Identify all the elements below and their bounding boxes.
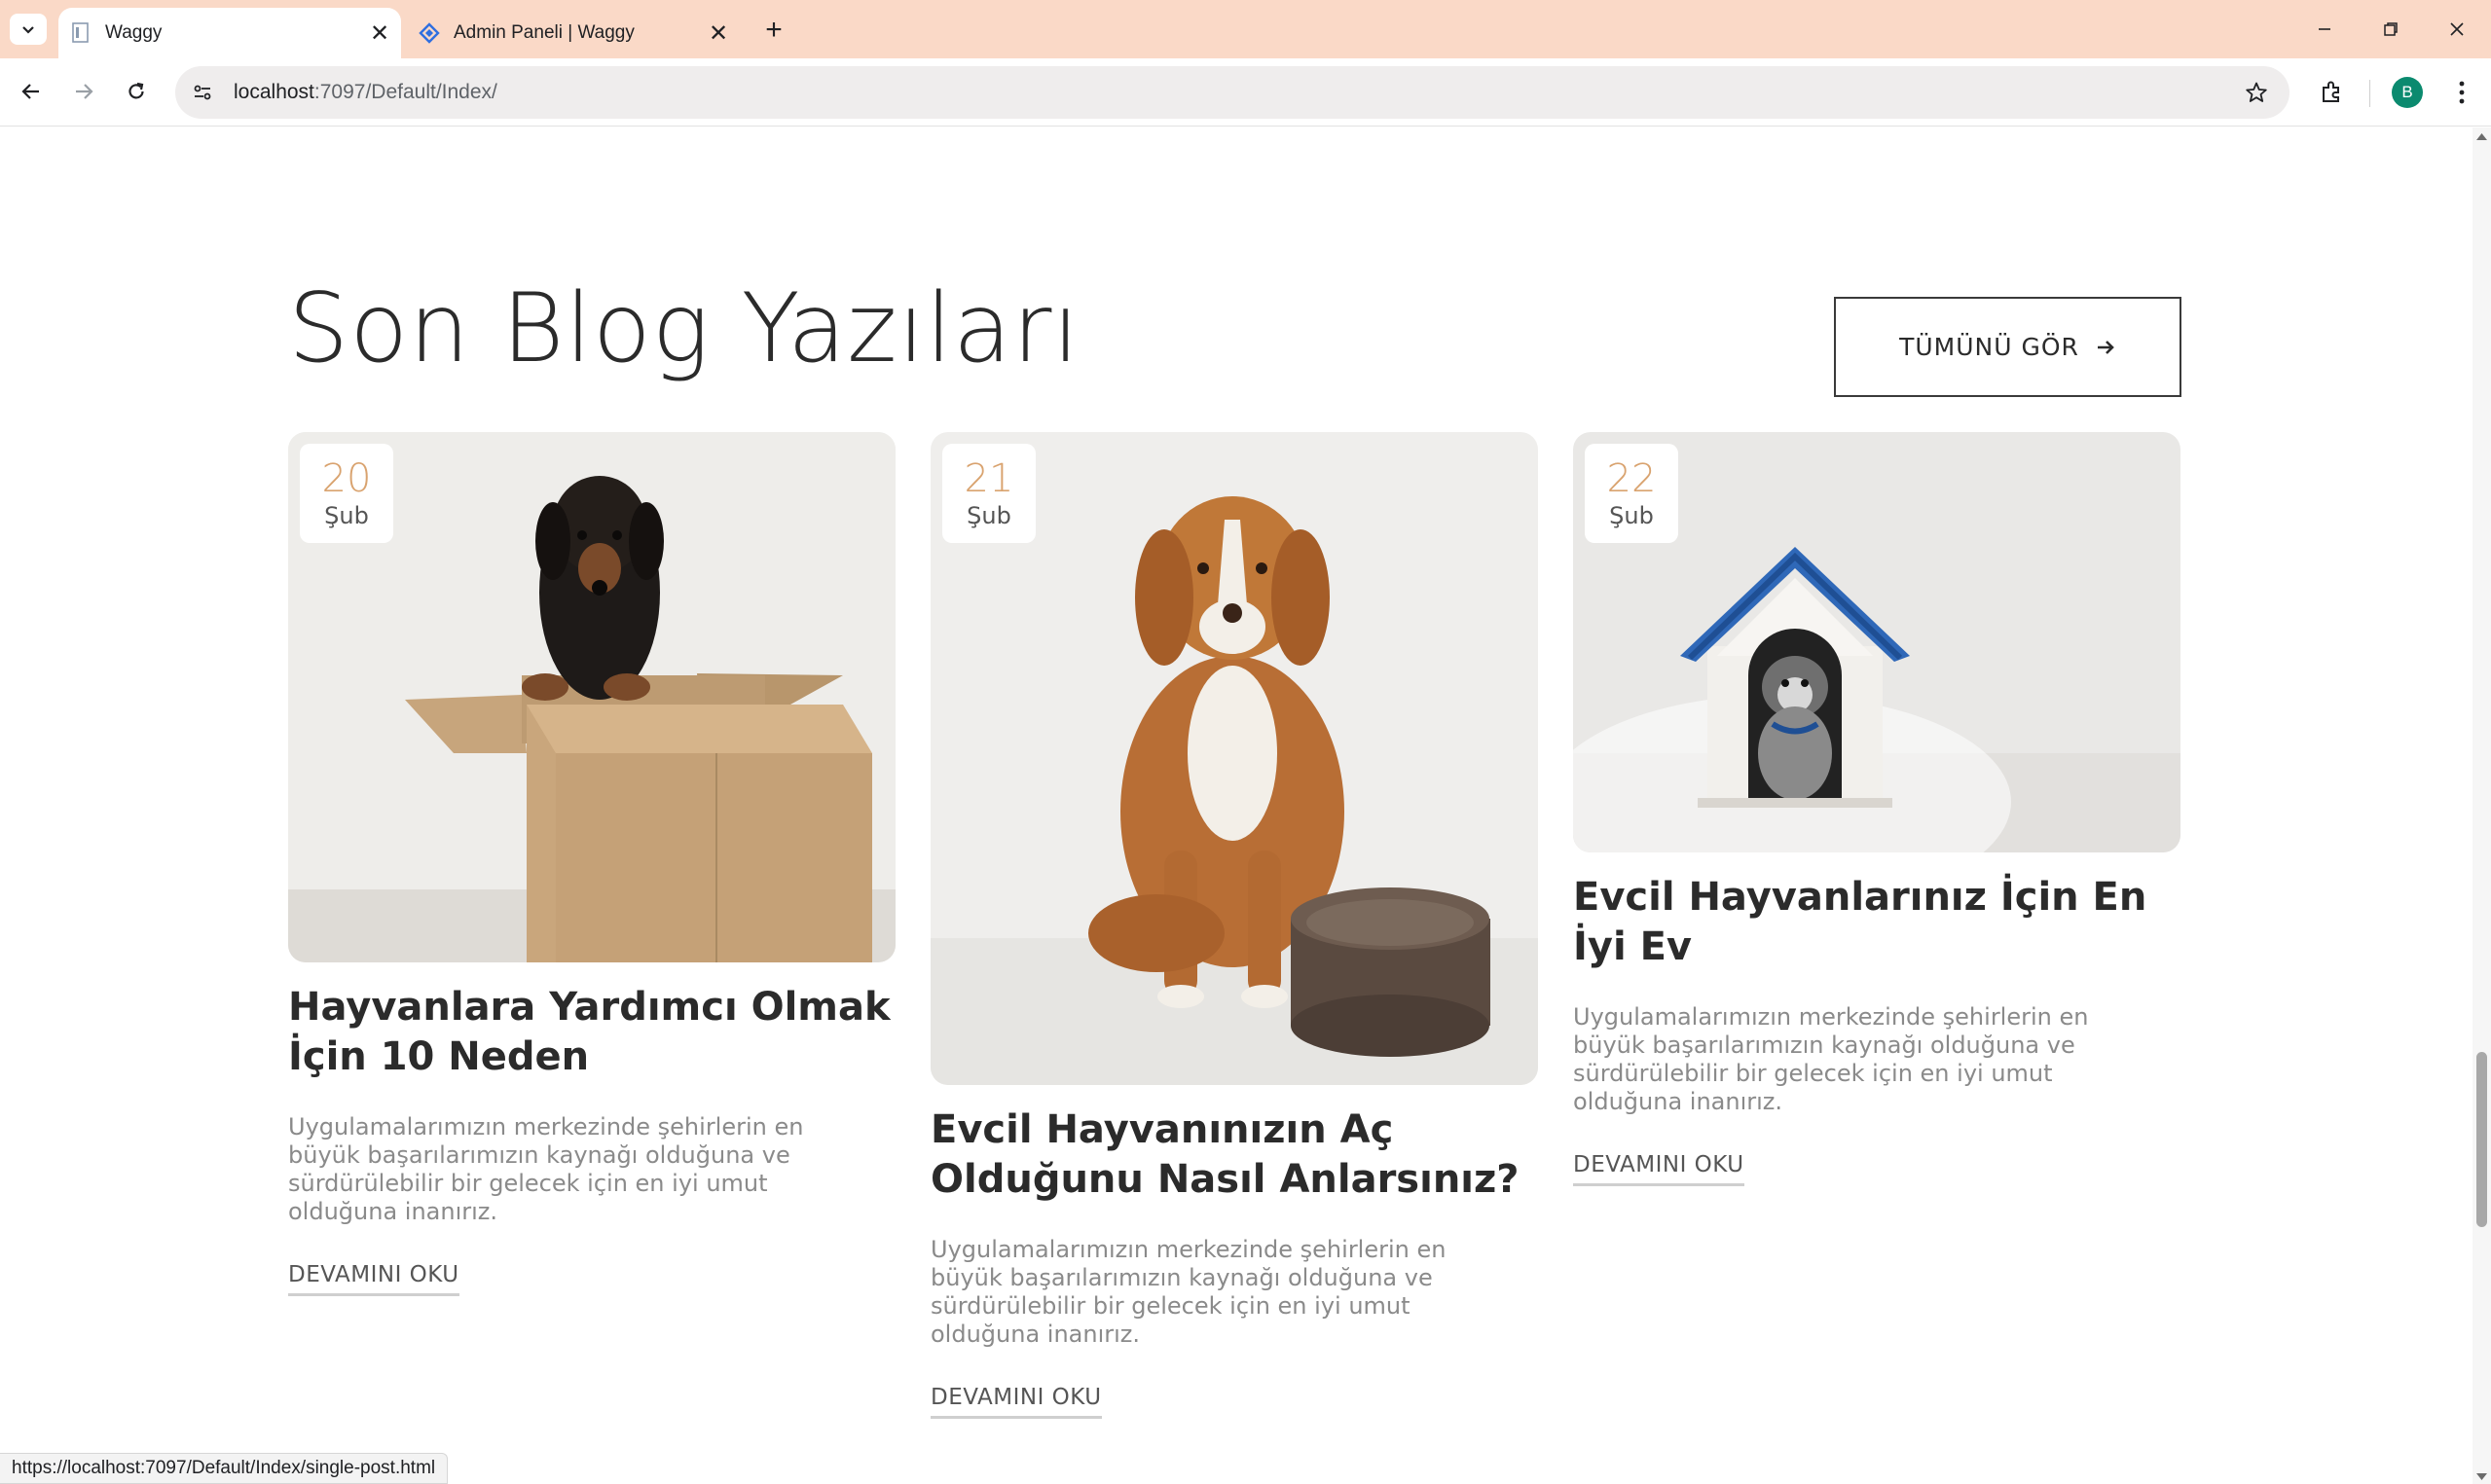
new-tab-button[interactable]: + xyxy=(757,14,790,47)
chevron-down-icon xyxy=(22,26,34,34)
restore-icon xyxy=(2384,22,2398,36)
bookmark-star-icon[interactable] xyxy=(2235,71,2278,114)
read-more-link[interactable]: DEVAMINI OKU xyxy=(931,1385,1102,1419)
toolbar-divider xyxy=(2369,80,2370,107)
post-month: Şub xyxy=(324,502,369,529)
minimize-icon xyxy=(2319,28,2330,30)
close-tab-icon[interactable]: ✕ xyxy=(705,19,732,47)
post-month: Şub xyxy=(967,502,1011,529)
forward-button[interactable] xyxy=(64,72,103,111)
kebab-menu-icon xyxy=(2459,81,2465,104)
post-image[interactable]: 20 Şub xyxy=(288,432,896,962)
post-day: 22 xyxy=(1606,456,1657,501)
post-excerpt: Uygulamalarımızın merkezinde şehirlerin … xyxy=(288,1113,804,1225)
reload-button[interactable] xyxy=(117,72,156,111)
site-info-icon[interactable] xyxy=(181,71,224,114)
arrow-right-icon xyxy=(2095,337,2116,358)
close-tab-icon[interactable]: ✕ xyxy=(366,19,393,47)
read-more-link[interactable]: DEVAMINI OKU xyxy=(1573,1152,1744,1186)
browser-toolbar: localhost:7097/Default/Index/ B xyxy=(0,58,2491,127)
url-text: localhost:7097/Default/Index/ xyxy=(234,81,2235,104)
reload-icon xyxy=(128,82,144,99)
document-favicon-icon xyxy=(70,22,92,44)
tab-strip: Waggy ✕ Admin Paneli | Waggy ✕ + xyxy=(0,0,2491,58)
page-viewport: Son Blog Yazıları TÜMÜNÜ GÖR 20 Şub Hayv… xyxy=(0,127,2473,1484)
avatar: B xyxy=(2392,77,2423,108)
extensions-icon[interactable] xyxy=(2311,72,2352,113)
close-window-button[interactable] xyxy=(2428,8,2486,51)
scrollbar-thumb[interactable] xyxy=(2476,1052,2487,1227)
post-image[interactable]: 21 Şub xyxy=(931,432,1538,1085)
blog-card[interactable]: 22 Şub Evcil Hayvanlarınız İçin En İyi E… xyxy=(1573,432,2180,1186)
post-month: Şub xyxy=(1609,502,1654,529)
browser-menu-button[interactable] xyxy=(2441,72,2482,113)
tab-admin-panel[interactable]: Admin Paneli | Waggy ✕ xyxy=(407,8,740,58)
post-excerpt: Uygulamalarımızın merkezinde şehirlerin … xyxy=(931,1236,1447,1348)
tab-title: Waggy xyxy=(105,22,163,43)
scroll-down-arrow-icon[interactable] xyxy=(2475,1472,2488,1482)
diamond-favicon-icon xyxy=(419,22,440,44)
read-more-link[interactable]: DEVAMINI OKU xyxy=(288,1262,459,1296)
blog-card[interactable]: 20 Şub Hayvanlara Yardımcı Olmak İçin 10… xyxy=(288,432,896,1296)
back-button[interactable] xyxy=(12,72,51,111)
back-arrow-icon xyxy=(21,84,39,99)
post-day: 20 xyxy=(321,456,372,501)
url-host: localhost xyxy=(234,81,314,103)
post-excerpt: Uygulamalarımızın merkezinde şehirlerin … xyxy=(1573,1003,2089,1115)
post-title[interactable]: Evcil Hayvanlarınız İçin En İyi Ev xyxy=(1573,873,2180,972)
link-status-bar: https://localhost:7097/Default/Index/sin… xyxy=(0,1453,449,1484)
restore-button[interactable] xyxy=(2362,8,2420,51)
profile-button[interactable]: B xyxy=(2387,72,2428,113)
date-badge: 21 Şub xyxy=(942,444,1036,543)
date-badge: 22 Şub xyxy=(1585,444,1678,543)
url-path: :7097/Default/Index/ xyxy=(313,81,497,103)
tab-waggy[interactable]: Waggy ✕ xyxy=(58,8,401,58)
tab-title: Admin Paneli | Waggy xyxy=(454,22,635,43)
close-icon xyxy=(2450,22,2464,36)
see-all-label: TÜMÜNÜ GÖR xyxy=(1899,333,2079,361)
minimize-button[interactable] xyxy=(2295,8,2354,51)
section-title: Son Blog Yazıları xyxy=(288,273,1081,384)
address-bar[interactable]: localhost:7097/Default/Index/ xyxy=(175,66,2290,119)
see-all-button[interactable]: TÜMÜNÜ GÖR xyxy=(1834,297,2181,397)
scroll-up-arrow-icon[interactable] xyxy=(2475,131,2488,141)
post-image[interactable]: 22 Şub xyxy=(1573,432,2180,852)
date-badge: 20 Şub xyxy=(300,444,393,543)
post-title[interactable]: Hayvanlara Yardımcı Olmak İçin 10 Neden xyxy=(288,983,896,1082)
forward-arrow-icon xyxy=(76,84,93,99)
post-day: 21 xyxy=(964,456,1014,501)
tab-search-button[interactable] xyxy=(10,14,47,45)
post-title[interactable]: Evcil Hayvanınızın Aç Olduğunu Nasıl Anl… xyxy=(931,1105,1538,1205)
blog-card[interactable]: 21 Şub Evcil Hayvanınızın Aç Olduğunu Na… xyxy=(931,432,1538,1419)
page-scrollbar[interactable] xyxy=(2473,127,2491,1484)
